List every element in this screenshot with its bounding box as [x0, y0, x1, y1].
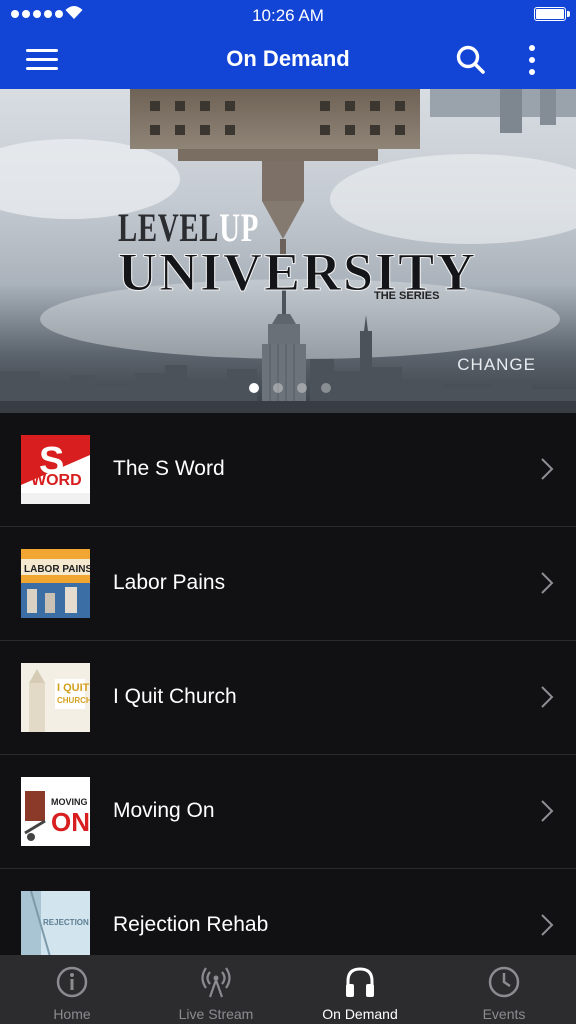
carousel-dot[interactable] — [249, 383, 259, 393]
search-icon[interactable] — [455, 44, 487, 76]
featured-series-banner[interactable]: LEVELUP UNIVERSITY THE SERIES CHANGE — [0, 89, 576, 413]
svg-text:REJECTION: REJECTION — [43, 918, 89, 927]
chevron-right-icon — [541, 572, 554, 594]
page-title: On Demand — [226, 46, 350, 71]
tab-on-demand[interactable]: On Demand — [288, 955, 432, 1024]
info-icon — [56, 966, 88, 998]
chevron-right-icon — [541, 686, 554, 708]
tab-live-stream[interactable]: Live Stream — [144, 955, 288, 1024]
chevron-right-icon — [541, 458, 554, 480]
svg-text:ON!: ON! — [51, 807, 90, 837]
more-options-icon[interactable] — [522, 44, 542, 76]
tab-label: Events — [482, 1006, 526, 1022]
series-title: Labor Pains — [113, 571, 226, 594]
series-list: S WORD The S Word LABOR PAINS Labor Pain… — [0, 413, 576, 955]
list-item[interactable]: I QUIT CHURCH I Quit Church — [0, 641, 576, 755]
chevron-right-icon — [541, 800, 554, 822]
svg-text:WORD: WORD — [31, 472, 82, 489]
series-thumbnail: I QUIT CHURCH — [21, 663, 90, 732]
svg-text:MOVING: MOVING — [51, 797, 88, 807]
headphones-icon — [346, 967, 374, 997]
series-thumbnail: S WORD — [21, 435, 90, 504]
series-title: The S Word — [113, 457, 225, 480]
tab-events[interactable]: Events — [432, 955, 576, 1024]
status-time: 10:26 AM — [252, 6, 324, 25]
tab-label: Home — [53, 1006, 91, 1022]
tab-label: On Demand — [322, 1006, 398, 1022]
series-title: Moving On — [113, 799, 215, 822]
tab-bar: Home Live Stream On Demand Events — [0, 955, 576, 1024]
series-thumbnail: REJECTION — [21, 891, 90, 955]
series-thumbnail: LABOR PAINS — [21, 549, 90, 618]
list-item[interactable]: MOVING ON! Moving On — [0, 755, 576, 869]
carousel-dot[interactable] — [297, 383, 307, 393]
tab-home[interactable]: Home — [0, 955, 144, 1024]
battery-icon — [534, 7, 570, 21]
status-bar: 10:26 AM — [0, 0, 576, 30]
broadcast-icon — [201, 967, 231, 998]
series-thumbnail: MOVING ON! — [21, 777, 90, 846]
series-title: I Quit Church — [113, 685, 237, 708]
svg-text:CHURCH: CHURCH — [57, 696, 90, 705]
list-item[interactable]: REJECTION Rejection Rehab — [0, 869, 576, 955]
tab-label: Live Stream — [178, 1006, 254, 1022]
list-item[interactable]: LABOR PAINS Labor Pains — [0, 527, 576, 641]
list-item[interactable]: S WORD The S Word — [0, 413, 576, 527]
svg-text:I QUIT: I QUIT — [57, 682, 90, 694]
carousel-dot[interactable] — [321, 383, 331, 393]
nav-bar: On Demand — [0, 30, 576, 89]
carousel-dot[interactable] — [273, 383, 283, 393]
carousel-page-indicator[interactable] — [249, 383, 331, 393]
chevron-right-icon — [541, 914, 554, 936]
series-title: Rejection Rehab — [113, 913, 269, 936]
series-logo-subtitle: THE SERIES — [374, 290, 440, 302]
clock-icon — [488, 966, 520, 998]
svg-text:LABOR PAINS: LABOR PAINS — [24, 564, 90, 575]
church-brand-mark: CHANGE — [457, 355, 536, 374]
